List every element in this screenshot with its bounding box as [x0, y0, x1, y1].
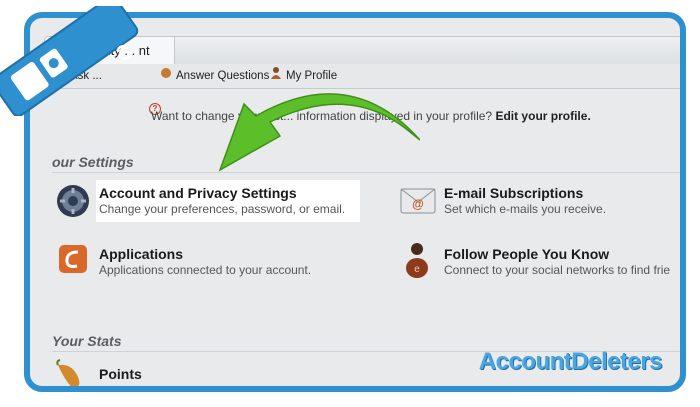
- answer-questions-link[interactable]: Answer Questions: [160, 64, 269, 88]
- follow-people-desc: Connect to your social networks to find …: [444, 263, 671, 277]
- email-subscriptions-desc: Set which e-mails you receive.: [444, 202, 607, 216]
- answer-questions-label: Answer Questions: [176, 70, 270, 83]
- step-badge: [0, 6, 139, 116]
- user-icon: [270, 64, 282, 88]
- gear-icon: [56, 184, 90, 223]
- email-subscriptions-link[interactable]: E-mail Subscriptions: [444, 185, 583, 201]
- pepper-icon: [54, 359, 84, 386]
- points-desc: See how you get your points: [99, 384, 251, 392]
- svg-text:@: @: [412, 197, 424, 211]
- email-icon: @: [400, 188, 436, 219]
- watermark-logo: AccountDeleters: [478, 348, 663, 375]
- edit-profile-link[interactable]: Edit your profile.: [495, 109, 590, 123]
- applications-desc: Applications connected to your account.: [99, 263, 312, 277]
- applications-link[interactable]: Applications: [99, 246, 183, 262]
- my-profile-link[interactable]: My Profile: [270, 64, 337, 88]
- svg-text:e: e: [414, 264, 420, 275]
- answer-icon: [160, 64, 172, 88]
- settings-section-title: our Settings: [52, 154, 134, 170]
- account-privacy-settings-desc: Change your preferences, password, or em…: [99, 202, 346, 216]
- arrow-icon: [218, 93, 420, 172]
- my-profile-label: My Profile: [286, 70, 338, 83]
- follow-people-link[interactable]: Follow People You Know: [444, 246, 609, 262]
- applications-icon: [58, 244, 88, 279]
- stats-section-title: Your Stats: [52, 333, 122, 349]
- person-icon: e: [404, 242, 430, 283]
- points-link[interactable]: Points: [99, 366, 142, 382]
